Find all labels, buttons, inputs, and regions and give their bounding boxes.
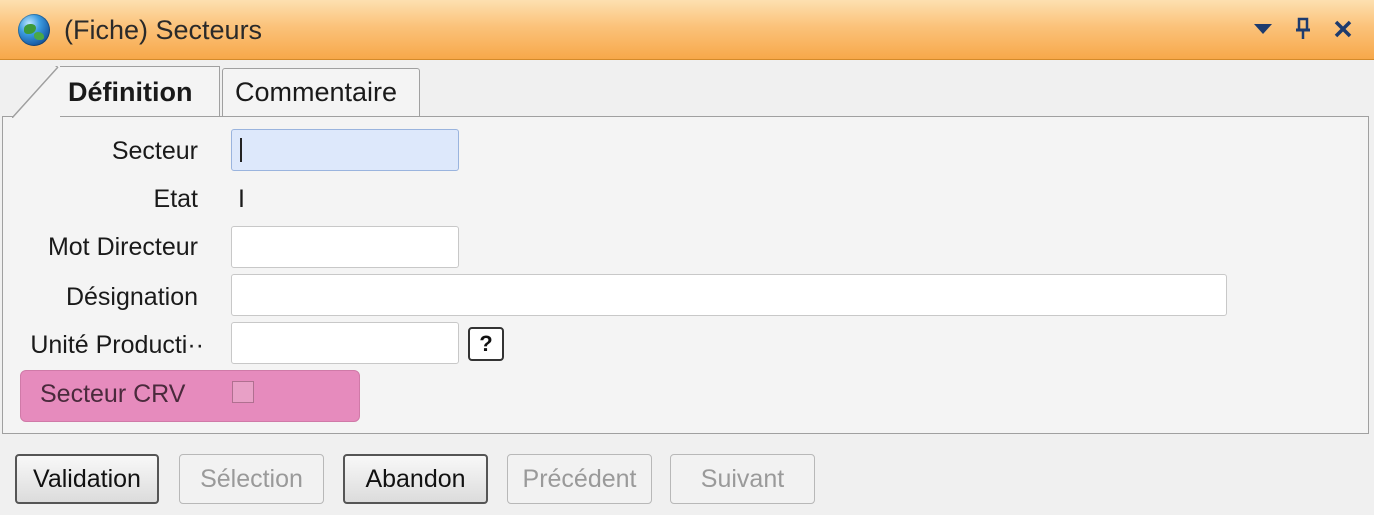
secteur-input[interactable] xyxy=(231,129,459,171)
abandon-button[interactable]: Abandon xyxy=(343,454,488,504)
designation-input[interactable] xyxy=(231,274,1227,316)
etat-label: Etat xyxy=(153,185,198,213)
precedent-button[interactable]: Précédent xyxy=(507,454,652,504)
secteur-crv-label: Secteur CRV xyxy=(40,380,186,408)
window-title: (Fiche) Secteurs xyxy=(64,15,263,45)
unite-production-label: Unité Producti·· xyxy=(30,331,204,359)
selection-button[interactable]: Sélection xyxy=(179,454,324,504)
unite-production-input[interactable] xyxy=(231,322,459,364)
etat-value: I xyxy=(238,185,245,213)
secteur-crv-checkbox[interactable] xyxy=(232,381,254,403)
globe-icon xyxy=(18,14,50,46)
text-caret xyxy=(240,138,242,162)
mot-directeur-label: Mot Directeur xyxy=(47,233,198,261)
title-bar[interactable]: (Fiche) Secteurs xyxy=(0,0,1374,60)
designation-label: Désignation xyxy=(65,283,198,311)
close-icon[interactable] xyxy=(1330,14,1356,44)
window-controls xyxy=(1250,12,1356,46)
secteur-label: Secteur xyxy=(111,137,198,165)
pin-icon[interactable] xyxy=(1290,14,1316,44)
tab-commentaire[interactable]: Commentaire xyxy=(222,68,420,116)
tab-definition[interactable]: Définition xyxy=(12,66,220,116)
help-button[interactable]: ? xyxy=(468,327,504,361)
secteurs-window: (Fiche) Secteurs Définition Commentaire … xyxy=(0,0,1374,515)
validation-button[interactable]: Validation xyxy=(15,454,159,504)
mot-directeur-input[interactable] xyxy=(231,226,459,268)
suivant-button[interactable]: Suivant xyxy=(670,454,815,504)
dropdown-icon[interactable] xyxy=(1250,14,1276,44)
